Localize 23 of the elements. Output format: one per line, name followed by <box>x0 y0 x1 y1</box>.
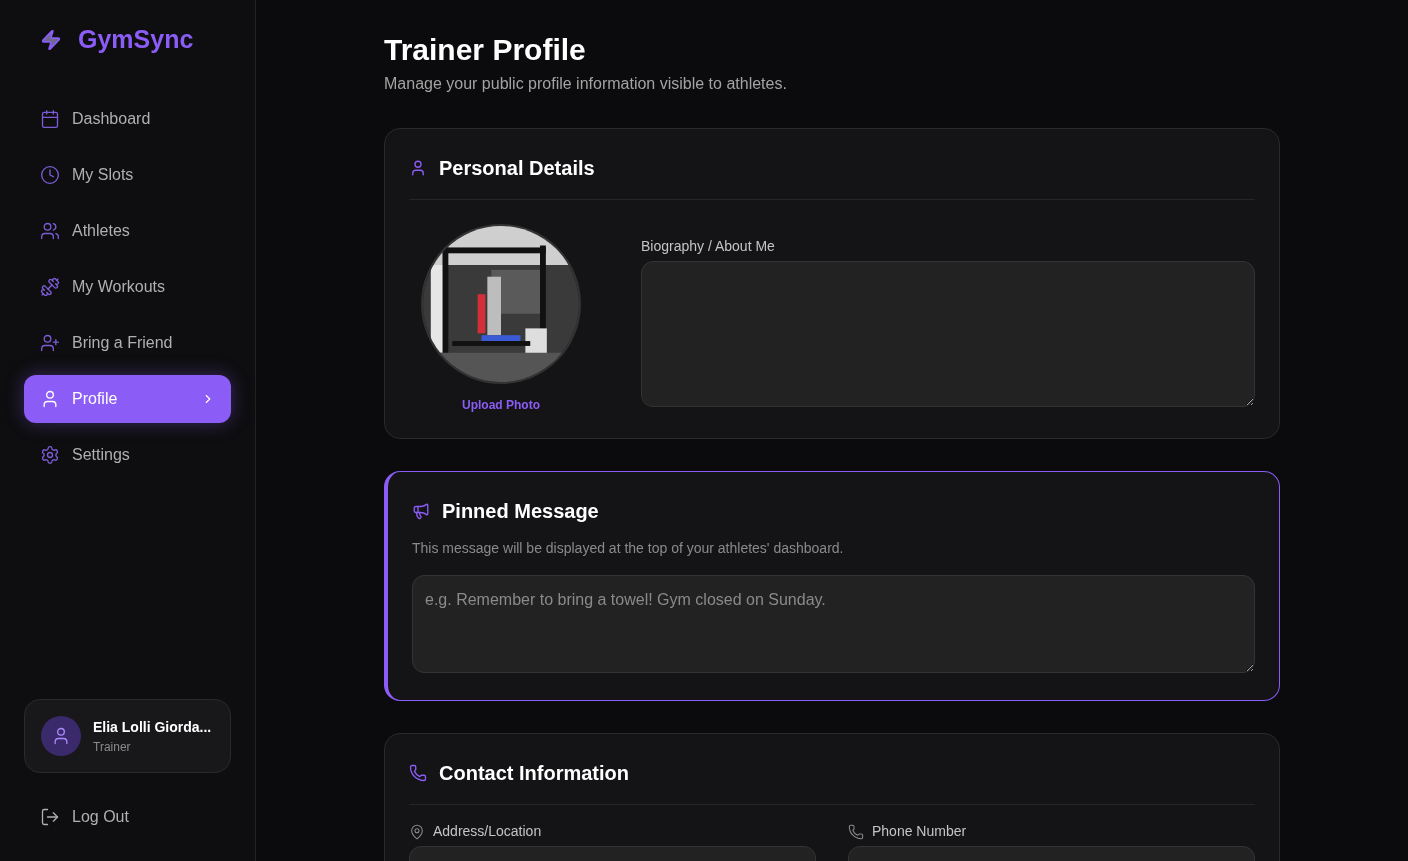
page-subtitle: Manage your public profile information visible to athletes. <box>384 74 788 94</box>
nav-item[interactable]: Profile <box>24 375 231 423</box>
section-title: Pinned Message <box>442 499 599 524</box>
upload-photo-link[interactable]: Upload Photo <box>462 396 540 414</box>
user-name: Elia Lolli Giorda... <box>93 717 212 737</box>
nav-item[interactable]: Settings <box>24 431 231 479</box>
nav-item[interactable]: Dashboard <box>24 95 231 143</box>
nav-item[interactable]: My Slots <box>24 151 231 199</box>
section-title: Personal Details <box>439 156 595 181</box>
logout-button[interactable]: Log Out <box>24 797 231 837</box>
field-label: Biography / About Me <box>641 237 776 256</box>
user-role: Trainer <box>93 738 132 756</box>
nav-item[interactable]: Athletes <box>24 207 231 255</box>
page-title: Trainer Profile <box>384 32 587 68</box>
user-card[interactable]: Elia Lolli Giorda... Trainer <box>24 699 231 773</box>
nav-item[interactable]: Bring a Friend <box>24 319 231 367</box>
section-description: This message will be displayed at the top of your athletes' dashboard. <box>412 539 845 558</box>
field-label: Phone Number <box>872 822 967 841</box>
field-label: Address/Location <box>433 822 542 841</box>
nav-item[interactable]: My Workouts <box>24 263 231 311</box>
pinned-message-field[interactable]: e.g. Remember to bring a towel! Gym closed on Sunday. <box>412 575 1255 673</box>
section-title: Contact Information <box>439 761 629 786</box>
brand-name: GymSync <box>78 24 194 56</box>
